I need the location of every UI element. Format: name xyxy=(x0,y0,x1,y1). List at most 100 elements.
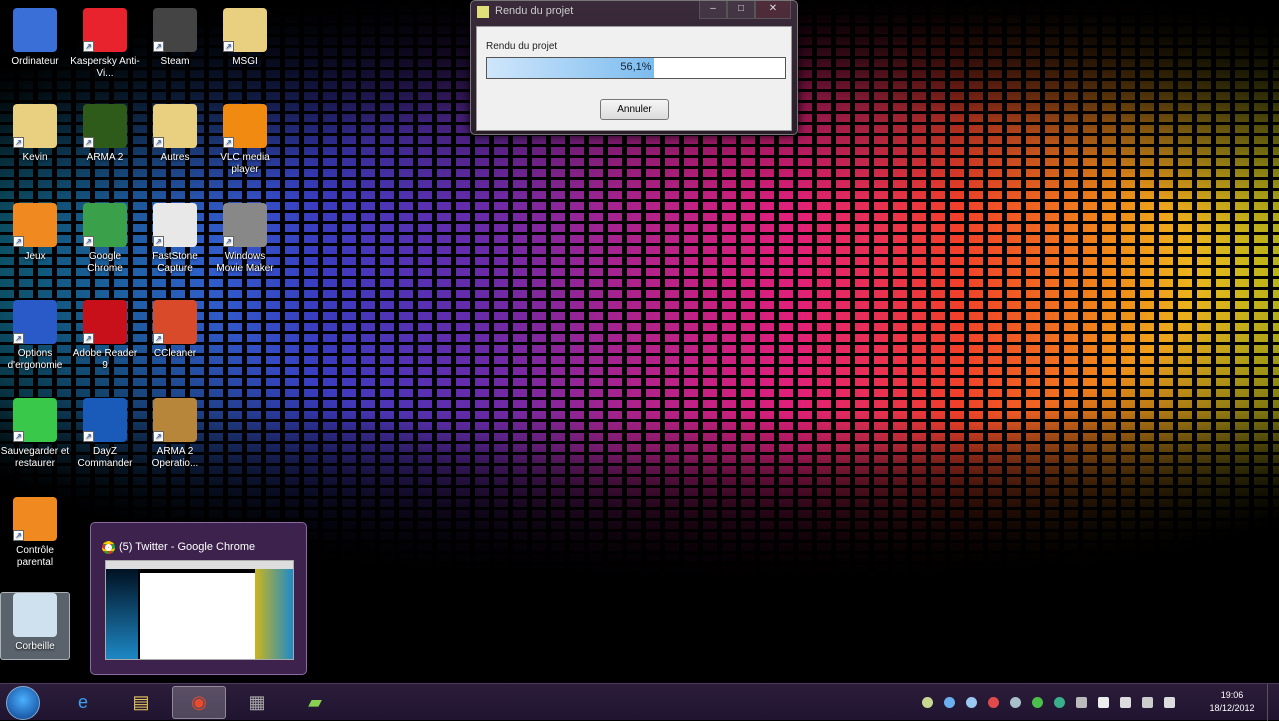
desktop-icon[interactable]: ↗ Jeux xyxy=(0,203,70,263)
shortcut-arrow-icon: ↗ xyxy=(83,137,94,148)
shortcut-arrow-icon: ↗ xyxy=(223,41,234,52)
desktop-icon-label: Autres xyxy=(160,152,190,163)
desktop-icon-label: VLC media player xyxy=(220,152,270,175)
desktop-icon[interactable]: ↗ ARMA 2 xyxy=(70,104,140,164)
desktop-icon[interactable]: ↗ Sauvegarder et restaurer xyxy=(0,398,70,470)
desktop-icon[interactable]: ↗ Contrôle parental xyxy=(0,497,70,569)
shortcut-arrow-icon: ↗ xyxy=(223,236,234,247)
taskbar-internet-explorer-button[interactable]: e xyxy=(56,686,110,719)
desktop-icon[interactable]: ↗ VLC media player xyxy=(210,104,280,176)
render-dialog: Rendu du projet – □ ✕ Rendu du projet 56… xyxy=(470,0,798,135)
desktop-icon-label: ARMA 2 xyxy=(86,152,124,163)
desktop-icon[interactable]: ↗ FastStone Capture xyxy=(140,203,210,275)
clock[interactable]: 19:06 18/12/2012 xyxy=(1208,689,1256,715)
shortcut-arrow-icon: ↗ xyxy=(153,41,164,52)
preview-thumbnail[interactable] xyxy=(105,560,294,660)
tray-icon[interactable] xyxy=(1142,697,1153,708)
maximize-button[interactable]: □ xyxy=(727,1,755,19)
clock-time: 19:06 xyxy=(1220,690,1244,700)
desktop-icon-label: ARMA 2 Operatio... xyxy=(151,446,199,469)
preview-title: (5) Twitter - Google Chrome xyxy=(119,541,256,553)
desktop-icon-image: ↗ xyxy=(223,203,267,247)
faststone-icon: ▰ xyxy=(308,692,322,712)
shortcut-arrow-icon: ↗ xyxy=(83,236,94,247)
desktop-icon-image: ↗ xyxy=(83,104,127,148)
chrome-icon xyxy=(102,541,115,554)
desktop-icon-label: Jeux xyxy=(24,251,46,262)
desktop-icon-image: ↗ xyxy=(153,104,197,148)
close-button[interactable]: ✕ xyxy=(755,1,791,19)
desktop-icon-label: Windows Movie Maker xyxy=(216,251,274,274)
tray-icon[interactable] xyxy=(988,697,999,708)
desktop-icon[interactable]: ↗ Google Chrome xyxy=(70,203,140,275)
desktop-icon-label: DayZ Commander xyxy=(77,446,133,469)
desktop-icon-label: CCleaner xyxy=(153,348,197,359)
dialog-body: Rendu du projet 56,1% Annuler xyxy=(476,26,792,131)
shortcut-arrow-icon: ↗ xyxy=(153,333,164,344)
tray-icon[interactable] xyxy=(1076,697,1087,708)
desktop-icon-label: Ordinateur xyxy=(11,56,59,67)
desktop-icon-label: Adobe Reader 9 xyxy=(72,348,138,371)
desktop-icon-image: ↗ xyxy=(13,104,57,148)
desktop-icon[interactable]: ↗ Autres xyxy=(140,104,210,164)
shortcut-arrow-icon: ↗ xyxy=(223,137,234,148)
taskbar-movie-maker-button[interactable]: ▦ xyxy=(230,686,284,719)
desktop-icon[interactable]: ↗ Kevin xyxy=(0,104,70,164)
desktop-icon[interactable]: ↗ CCleaner xyxy=(140,300,210,360)
tray-icon[interactable] xyxy=(1120,697,1131,708)
desktop-icon-image: ↗ xyxy=(153,300,197,344)
desktop-icon-label: Contrôle parental xyxy=(16,545,54,568)
tray-icon[interactable] xyxy=(1032,697,1043,708)
desktop-icon[interactable]: ↗ DayZ Commander xyxy=(70,398,140,470)
taskbar-thumbnail-preview[interactable]: (5) Twitter - Google Chrome xyxy=(90,522,307,675)
desktop-icon[interactable]: ↗ ARMA 2 Operatio... xyxy=(140,398,210,470)
google-chrome-icon: ◉ xyxy=(191,692,207,712)
desktop-icon-image: ↗ xyxy=(13,300,57,344)
shortcut-arrow-icon: ↗ xyxy=(13,530,24,541)
app-icon xyxy=(477,6,489,18)
desktop-icon[interactable]: ↗ MSGI xyxy=(210,8,280,68)
desktop-icon[interactable]: ↗ Windows Movie Maker xyxy=(210,203,280,275)
tray-icon[interactable] xyxy=(922,697,933,708)
taskbar: e ▤ ◉ ▦ ▰ 19:06 18/12/2012 xyxy=(0,683,1279,721)
tray-icon[interactable] xyxy=(1164,697,1175,708)
taskbar-faststone-button[interactable]: ▰ xyxy=(288,686,342,719)
start-button[interactable] xyxy=(6,686,40,720)
desktop-icon[interactable]: ↗ Options d'ergonomie xyxy=(0,300,70,372)
shortcut-arrow-icon: ↗ xyxy=(83,431,94,442)
thumb-wall-right xyxy=(255,569,293,659)
desktop-icon[interactable]: ↗ Kaspersky Anti-Vi... xyxy=(70,8,140,80)
desktop-icon[interactable]: Corbeille xyxy=(0,592,70,660)
cancel-button[interactable]: Annuler xyxy=(600,99,669,120)
desktop-icon[interactable]: Ordinateur xyxy=(0,8,70,68)
desktop-icon[interactable]: ↗ Steam xyxy=(140,8,210,68)
shortcut-arrow-icon: ↗ xyxy=(13,431,24,442)
thumb-page xyxy=(140,573,256,659)
shortcut-arrow-icon: ↗ xyxy=(13,333,24,344)
desktop-icon-image: ↗ xyxy=(223,104,267,148)
desktop-icon-image: ↗ xyxy=(83,300,127,344)
shortcut-arrow-icon: ↗ xyxy=(153,236,164,247)
tray-icon[interactable] xyxy=(944,697,955,708)
show-desktop-button[interactable] xyxy=(1267,684,1279,721)
shortcut-arrow-icon: ↗ xyxy=(153,137,164,148)
minimize-button[interactable]: – xyxy=(699,1,727,19)
progress-text: 56,1% xyxy=(620,61,652,73)
progress-bar: 56,1% xyxy=(486,57,786,79)
progress-label: Rendu du projet xyxy=(486,41,558,52)
taskbar-windows-explorer-button[interactable]: ▤ xyxy=(114,686,168,719)
tray-icon[interactable] xyxy=(1098,697,1109,708)
desktop-icon-image: ↗ xyxy=(13,203,57,247)
desktop-icon-image: ↗ xyxy=(13,398,57,442)
tray-icon[interactable] xyxy=(1010,697,1021,708)
clock-date: 18/12/2012 xyxy=(1209,703,1255,713)
desktop-icon-image: ↗ xyxy=(13,497,57,541)
tray-icon[interactable] xyxy=(966,697,977,708)
shortcut-arrow-icon: ↗ xyxy=(153,431,164,442)
desktop-icon-image: ↗ xyxy=(83,203,127,247)
tray-icon[interactable] xyxy=(1054,697,1065,708)
taskbar-google-chrome-button[interactable]: ◉ xyxy=(172,686,226,719)
desktop-icon-image: ↗ xyxy=(153,398,197,442)
desktop-icon-label: MSGI xyxy=(232,56,258,67)
desktop-icon[interactable]: ↗ Adobe Reader 9 xyxy=(70,300,140,372)
